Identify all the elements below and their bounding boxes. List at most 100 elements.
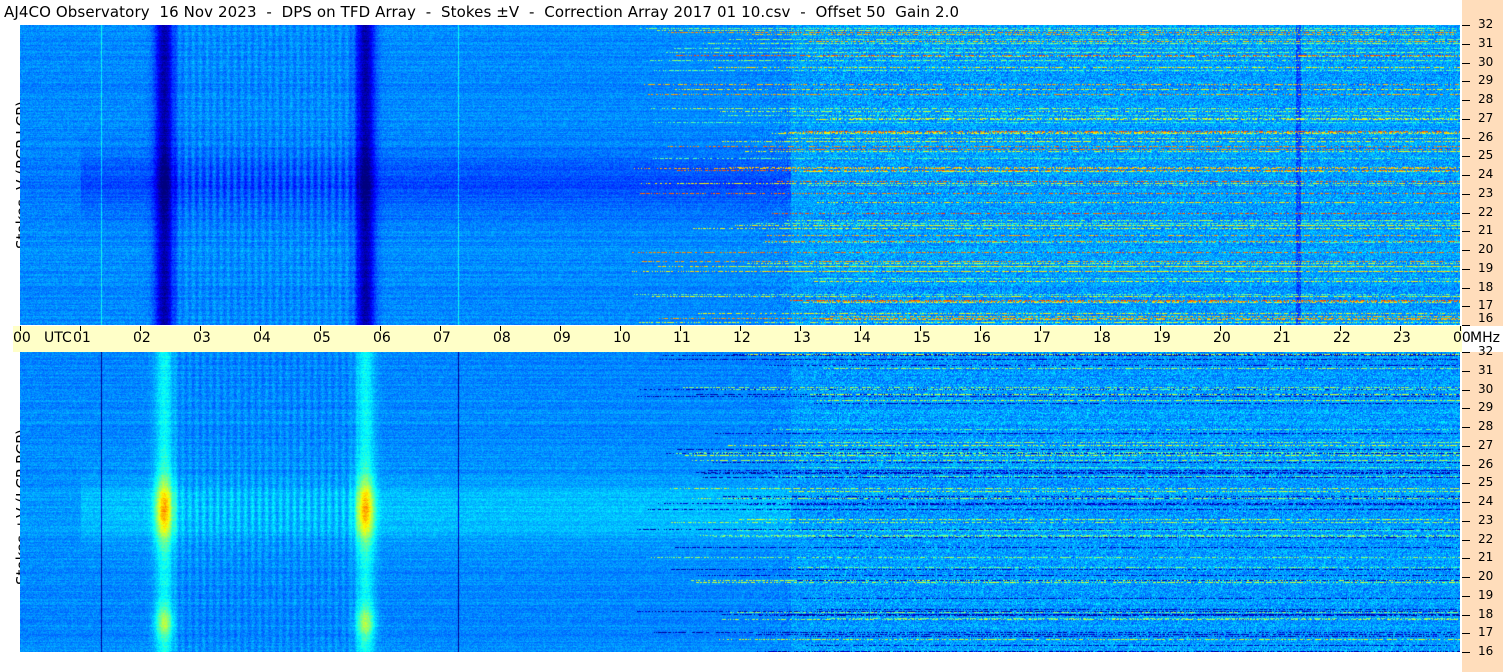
frequency-axis-top: 32 31 30 29 28 27 26 25 24 23 22 21 20 19 18 17 16 xyxy=(1462,0,1503,326)
frequency-tick-label: 22 xyxy=(1478,532,1494,546)
frequency-tick-mark xyxy=(1462,465,1470,466)
time-tick-label: 04 xyxy=(253,330,271,346)
frequency-tick-mark xyxy=(1462,577,1470,578)
spectrogram-canvas-bottom xyxy=(20,352,1460,652)
frequency-tick-mark xyxy=(1462,213,1470,214)
frequency-tick-label: 32 xyxy=(1478,344,1494,358)
time-tick-label: 15 xyxy=(913,330,931,346)
frequency-tick-label: 20 xyxy=(1478,569,1494,583)
frequency-tick-mark xyxy=(1462,596,1470,597)
frequency-tick-mark xyxy=(1462,194,1470,195)
frequency-tick-label: 28 xyxy=(1478,419,1494,433)
frequency-tick-label: 17 xyxy=(1478,625,1494,639)
time-tick-label: 10 xyxy=(613,330,631,346)
frequency-tick-mark xyxy=(1462,100,1470,101)
frequency-tick-label: 19 xyxy=(1478,261,1494,275)
frequency-tick-label: 25 xyxy=(1478,148,1494,162)
spectrogram-canvas-top xyxy=(20,25,1460,325)
time-tick-label: 13 xyxy=(793,330,811,346)
time-tick-label: 14 xyxy=(853,330,871,346)
frequency-tick-label: 18 xyxy=(1478,607,1494,621)
frequency-tick-mark xyxy=(1462,269,1470,270)
time-tick-label: 01 xyxy=(73,330,91,346)
frequency-tick-label: 31 xyxy=(1478,36,1494,50)
frequency-tick-label: 16 xyxy=(1478,644,1494,658)
frequency-tick-mark xyxy=(1462,119,1470,120)
frequency-tick-mark xyxy=(1462,408,1470,409)
frequency-tick-label: 22 xyxy=(1478,205,1494,219)
frequency-tick-mark xyxy=(1462,325,1470,326)
time-tick-label: 11 xyxy=(673,330,691,346)
time-tick-label: 18 xyxy=(1093,330,1111,346)
frequency-tick-label: 21 xyxy=(1478,550,1494,564)
frequency-tick-label: 17 xyxy=(1478,298,1494,312)
frequency-tick-label: 16 xyxy=(1478,311,1494,325)
stokes-plus-v-spectrogram xyxy=(20,352,1460,652)
frequency-tick-mark xyxy=(1462,81,1470,82)
frequency-tick-label: 24 xyxy=(1478,167,1494,181)
time-tick-label: UTC xyxy=(44,330,72,346)
time-tick-label: 07 xyxy=(433,330,451,346)
chart-title: AJ4CO Observatory 16 Nov 2023 - DPS on T… xyxy=(4,3,960,21)
frequency-tick-label: 21 xyxy=(1478,223,1494,237)
time-tick-label: 22 xyxy=(1333,330,1351,346)
frequency-tick-label: 29 xyxy=(1478,73,1494,87)
frequency-tick-mark xyxy=(1462,175,1470,176)
frequency-tick-label: 23 xyxy=(1478,186,1494,200)
frequency-tick-mark xyxy=(1462,483,1470,484)
time-tick-label: 06 xyxy=(373,330,391,346)
stokes-minus-v-spectrogram xyxy=(20,25,1460,325)
time-tick-label: 23 xyxy=(1393,330,1411,346)
frequency-tick-label: 25 xyxy=(1478,475,1494,489)
time-tick-label: 00 xyxy=(1453,330,1471,346)
time-tick-label: 19 xyxy=(1153,330,1171,346)
frequency-tick-label: 20 xyxy=(1478,242,1494,256)
frequency-tick-label: 28 xyxy=(1478,92,1494,106)
frequency-tick-label: 30 xyxy=(1478,382,1494,396)
frequency-tick-label: 19 xyxy=(1478,588,1494,602)
frequency-tick-mark xyxy=(1462,138,1470,139)
frequency-tick-mark xyxy=(1462,306,1470,307)
time-tick-label: 17 xyxy=(1033,330,1051,346)
time-tick-label: 08 xyxy=(493,330,511,346)
frequency-tick-label: 26 xyxy=(1478,457,1494,471)
frequency-tick-label: 30 xyxy=(1478,55,1494,69)
time-tick-label: 05 xyxy=(313,330,331,346)
frequency-tick-mark xyxy=(1462,502,1470,503)
frequency-tick-mark xyxy=(1462,615,1470,616)
frequency-tick-label: 18 xyxy=(1478,280,1494,294)
frequency-tick-label: 27 xyxy=(1478,111,1494,125)
time-tick-label: 09 xyxy=(553,330,571,346)
time-tick-label: 00 xyxy=(13,330,31,346)
frequency-tick-mark xyxy=(1462,446,1470,447)
frequency-tick-mark xyxy=(1462,250,1470,251)
frequency-tick-mark xyxy=(1462,633,1470,634)
frequency-tick-mark xyxy=(1462,63,1470,64)
frequency-tick-label: 32 xyxy=(1478,17,1494,31)
time-tick-label: 12 xyxy=(733,330,751,346)
frequency-tick-label: 24 xyxy=(1478,494,1494,508)
frequency-tick-label: 27 xyxy=(1478,438,1494,452)
frequency-tick-mark xyxy=(1462,371,1470,372)
frequency-tick-label: 23 xyxy=(1478,513,1494,527)
time-tick-label: 20 xyxy=(1213,330,1231,346)
frequency-tick-mark xyxy=(1462,427,1470,428)
time-tick-label: 16 xyxy=(973,330,991,346)
frequency-tick-mark xyxy=(1462,25,1470,26)
frequency-tick-label: 31 xyxy=(1478,363,1494,377)
frequency-tick-mark xyxy=(1462,352,1470,353)
frequency-tick-mark xyxy=(1462,540,1470,541)
frequency-tick-mark xyxy=(1462,288,1470,289)
frequency-tick-mark xyxy=(1462,231,1470,232)
frequency-axis-bottom: 32 31 30 29 28 27 26 25 24 23 22 21 20 19 18 17 16 xyxy=(1462,344,1503,672)
frequency-tick-label: 26 xyxy=(1478,130,1494,144)
frequency-tick-mark xyxy=(1462,44,1470,45)
frequency-tick-mark xyxy=(1462,558,1470,559)
frequency-tick-label: 29 xyxy=(1478,400,1494,414)
time-tick-label: 03 xyxy=(193,330,211,346)
frequency-tick-mark xyxy=(1462,521,1470,522)
frequency-tick-mark xyxy=(1462,652,1470,653)
frequency-tick-mark xyxy=(1462,390,1470,391)
frequency-tick-mark xyxy=(1462,156,1470,157)
time-tick-label: 21 xyxy=(1273,330,1291,346)
